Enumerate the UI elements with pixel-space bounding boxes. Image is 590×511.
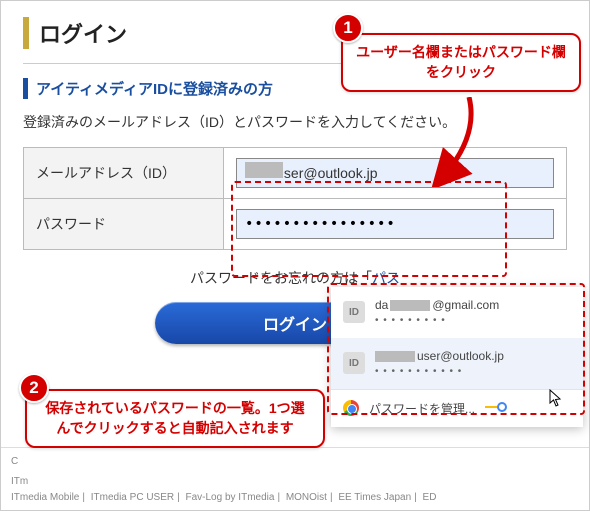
credential-icon: ID xyxy=(343,301,365,323)
callout-bubble: ユーザー名欄またはパスワード欄をクリック xyxy=(341,33,581,92)
footer-link[interactable]: ITmedia Mobile xyxy=(11,492,79,503)
redaction-block xyxy=(375,351,415,362)
redaction-block xyxy=(245,162,283,178)
key-icon xyxy=(485,402,507,414)
callout-bubble: 保存されているパスワードの一覧。1つ選んでクリックすると自動記入されます xyxy=(25,389,325,448)
chrome-icon xyxy=(343,400,359,416)
autofill-user-suffix: user@outlook.jp xyxy=(417,348,504,365)
callout-1: 1 ユーザー名欄またはパスワード欄をクリック xyxy=(341,33,581,92)
autofill-item[interactable]: ID user@outlook.jp • • • • • • • • • • • xyxy=(331,338,583,389)
footer: C ITm ITmedia Mobile| ITmedia PC USER| F… xyxy=(1,447,589,510)
instruction-text: 登録済みのメールアドレス（ID）とパスワードを入力してください。 xyxy=(23,111,567,133)
cursor-icon xyxy=(549,389,563,407)
callout-number: 2 xyxy=(19,373,49,403)
manage-passwords-row[interactable]: パスワードを管理... xyxy=(331,390,583,427)
login-form: メールアドレス（ID） パスワード xyxy=(23,147,567,250)
autofill-password-dots: • • • • • • • • • xyxy=(375,314,571,328)
autofill-item[interactable]: ID da @gmail.com • • • • • • • • • xyxy=(331,287,583,338)
footer-link[interactable]: MONOist xyxy=(286,492,327,503)
footer-link[interactable]: ITmedia PC USER xyxy=(91,492,174,503)
forgot-prefix: パスワードをお忘れの方は「 xyxy=(190,270,372,286)
autofill-dropdown: ID da @gmail.com • • • • • • • • • ID us… xyxy=(331,287,583,427)
callout-number: 1 xyxy=(333,13,363,43)
autofill-user-prefix: da xyxy=(375,297,388,314)
password-label: パスワード xyxy=(24,199,224,250)
callout-2: 2 保存されているパスワードの一覧。1つ選んでクリックすると自動記入されます xyxy=(25,389,325,448)
footer-link[interactable]: EE Times Japan xyxy=(338,492,411,503)
footer-copy: C xyxy=(11,454,579,470)
forgot-password-link[interactable]: パス xyxy=(372,270,400,286)
credential-icon: ID xyxy=(343,352,365,374)
footer-link[interactable]: Fav-Log by ITmedia xyxy=(186,492,275,503)
autofill-password-dots: • • • • • • • • • • • xyxy=(375,365,571,379)
forgot-password-row: パスワードをお忘れの方は「パス xyxy=(23,268,567,288)
footer-link[interactable]: ED xyxy=(423,492,437,503)
email-input[interactable] xyxy=(236,158,554,188)
footer-links: ITm ITmedia Mobile| ITmedia PC USER| Fav… xyxy=(11,474,579,506)
autofill-user-suffix: @gmail.com xyxy=(432,297,499,314)
manage-passwords-label: パスワードを管理... xyxy=(369,400,475,417)
redaction-block xyxy=(390,300,430,311)
password-input[interactable] xyxy=(236,209,554,239)
footer-link[interactable]: ITm xyxy=(11,476,28,487)
email-label: メールアドレス（ID） xyxy=(24,148,224,199)
